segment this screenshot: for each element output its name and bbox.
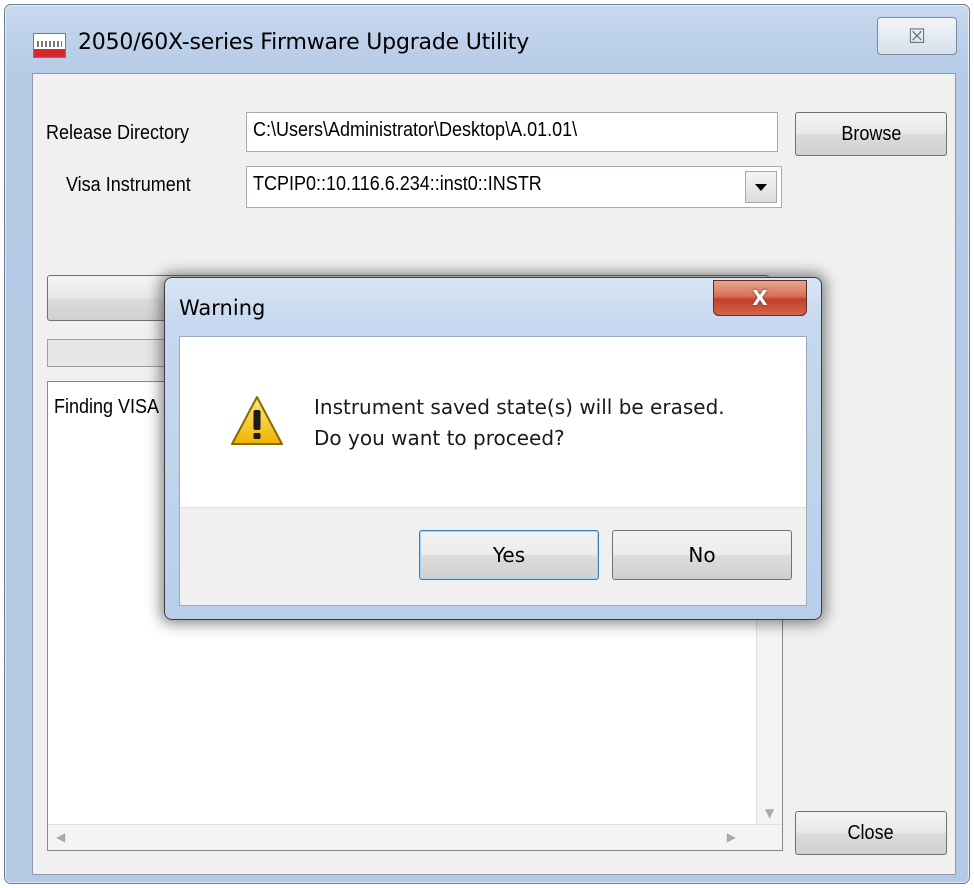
scroll-left-icon[interactable]: ◀ <box>56 830 65 844</box>
dialog-body: Instrument saved state(s) will be erased… <box>179 336 807 606</box>
scroll-down-icon[interactable]: ▼ <box>765 806 774 820</box>
release-directory-label: Release Directory <box>46 122 190 144</box>
log-text: Finding VISA <box>54 396 160 418</box>
browse-button[interactable]: Browse <box>795 112 947 156</box>
close-button[interactable]: Close <box>795 811 947 855</box>
dialog-message-line1: Instrument saved state(s) will be erased… <box>314 395 725 419</box>
close-icon: ☒ <box>908 24 926 48</box>
visa-instrument-label: Visa Instrument <box>66 174 191 196</box>
dialog-footer: Yes No <box>180 507 806 605</box>
no-button[interactable]: No <box>612 530 792 580</box>
release-directory-input[interactable]: C:\Users\Administrator\Desktop\A.01.01\ <box>246 112 778 152</box>
dialog-message-line2: Do you want to proceed? <box>314 426 565 450</box>
window-title: 2050/60X-series Firmware Upgrade Utility <box>78 30 530 55</box>
warning-triangle-icon <box>231 396 283 445</box>
dialog-title: Warning <box>179 296 266 320</box>
scroll-right-icon[interactable]: ▶ <box>727 830 736 844</box>
main-titlebar[interactable]: 2050/60X-series Firmware Upgrade Utility… <box>5 5 969 75</box>
close-icon: X <box>752 286 768 310</box>
window-close-button[interactable]: ☒ <box>877 17 957 55</box>
horizontal-scrollbar[interactable]: ◀ ▶ <box>48 824 782 850</box>
app-logo-icon <box>33 33 66 58</box>
visa-instrument-select[interactable]: TCPIP0::10.116.6.234::inst0::INSTR <box>246 166 782 208</box>
dialog-close-button[interactable]: X <box>713 280 807 316</box>
warning-dialog: Warning X Instrument saved state(s) will… <box>164 277 822 620</box>
dropdown-arrow-icon[interactable] <box>745 171 777 203</box>
yes-button[interactable]: Yes <box>419 530 599 580</box>
